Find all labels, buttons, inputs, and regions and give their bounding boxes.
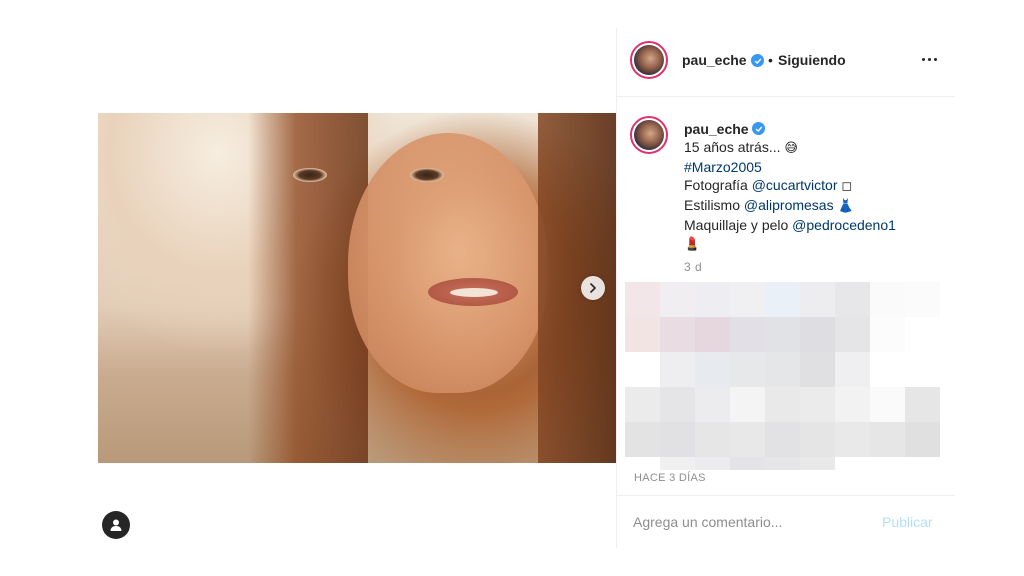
caption-line-1: 15 años atrás... 😅 [684,139,798,156]
photo-eye-right [410,168,444,182]
header-avatar[interactable] [630,41,668,79]
lipstick-emoji: 💄 [684,237,701,252]
photo-teeth [450,288,498,297]
photo-face [348,133,548,393]
next-photo-button[interactable] [581,276,605,300]
publish-button[interactable]: Publicar [882,514,933,530]
post-caption: pau_eche 15 años atrás... 😅 #Marzo2005 F… [684,120,944,254]
verified-badge-icon [752,122,765,135]
caption-time[interactable]: 3 d [684,260,702,274]
mention-stylist[interactable]: @alipromesas [744,197,834,213]
caption-makeup-line: Maquillaje y pelo @pedrocedeno1 [684,217,896,233]
camera-emoji: ◻ [841,179,853,194]
sweat-smile-emoji: 😅 [784,141,798,156]
more-options-icon[interactable] [919,49,939,69]
follow-status-button[interactable]: Siguiendo [778,52,846,68]
hashtag-link[interactable]: #Marzo2005 [684,159,762,175]
chevron-right-icon [590,283,596,293]
comment-input[interactable] [633,510,863,534]
verified-badge-icon [751,54,764,67]
caption-style-line: Estilismo @alipromesas 👗 [684,197,854,214]
header-separator: • [768,52,773,68]
dress-emoji: 👗 [837,199,854,214]
post-photo[interactable] [98,113,616,463]
user-profile-button[interactable] [102,511,130,539]
comment-bar: Publicar [617,495,955,549]
caption-avatar[interactable] [630,116,668,154]
pixelated-comments [625,282,941,470]
caption-username[interactable]: pau_eche [684,120,749,138]
header-username[interactable]: pau_eche [682,52,747,68]
post-side-panel: pau_eche • Siguiendo pau_eche 15 años at… [616,28,955,548]
post-time[interactable]: HACE 3 DÍAS [634,472,706,484]
caption-photo-line: Fotografía @cucartvictor ◻ [684,177,853,194]
mention-photographer[interactable]: @cucartvictor [752,177,838,193]
user-profile-icon [110,519,122,531]
photo-eye-left [293,168,327,182]
post-header: pau_eche • Siguiendo [617,28,955,97]
mention-makeup-artist[interactable]: @pedrocedeno1 [792,217,896,233]
